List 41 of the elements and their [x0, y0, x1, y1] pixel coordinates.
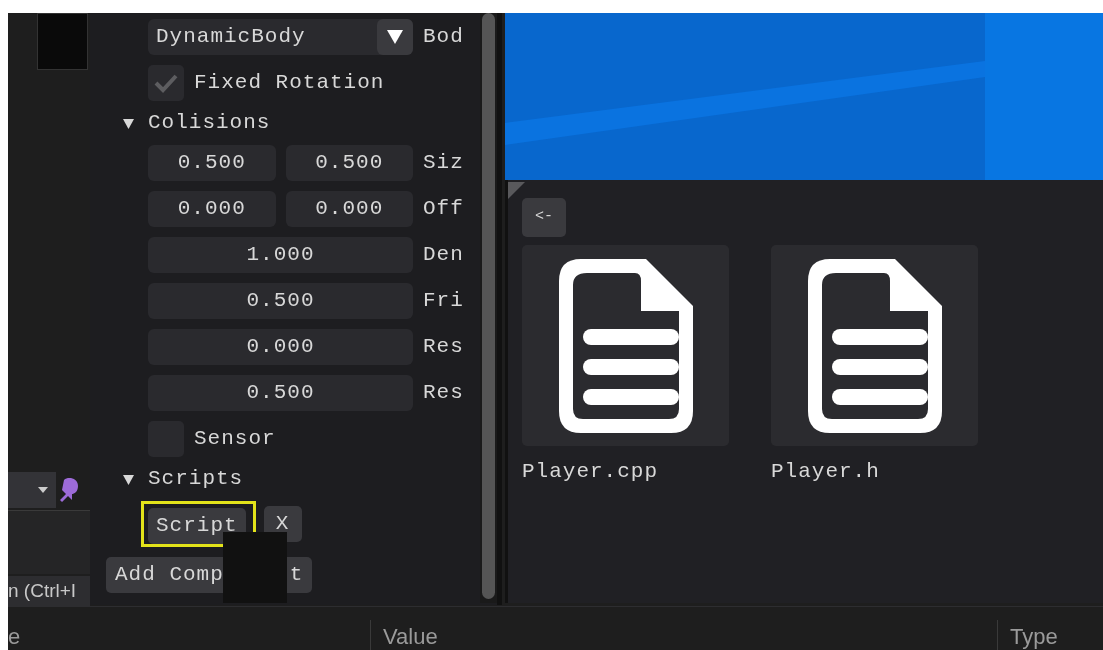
script-button[interactable]: Script — [148, 508, 246, 544]
section-header[interactable]: Scripts — [148, 463, 244, 495]
button-label: t — [289, 562, 304, 589]
button-label: Add Comp — [115, 562, 224, 589]
file-tile[interactable] — [771, 245, 978, 446]
number-field[interactable]: 0.500 — [285, 145, 413, 181]
number-field[interactable]: 0.500 — [148, 283, 413, 319]
collapse-triangle-icon[interactable] — [122, 116, 135, 130]
column-header[interactable]: e — [8, 620, 21, 650]
checkbox-label: Sensor — [194, 426, 276, 453]
field-label: Bod — [423, 24, 464, 51]
section-header[interactable]: Colisions — [148, 107, 271, 139]
preview-panel — [37, 13, 88, 70]
body-type-dropdown[interactable]: DynamicBody — [148, 19, 413, 55]
file-name: Player.h — [771, 459, 880, 485]
number-field[interactable]: 0.000 — [285, 191, 413, 227]
file-name: Player.cpp — [522, 459, 659, 485]
field-label: Res — [423, 334, 464, 361]
field-label: Fri — [423, 288, 464, 315]
checkmark-icon — [154, 73, 178, 93]
resize-grip-icon[interactable] — [508, 182, 525, 199]
collapse-triangle-icon[interactable] — [122, 472, 135, 486]
field-label: Siz — [423, 150, 464, 177]
column-header[interactable]: Value — [383, 620, 438, 650]
field-label: Res — [423, 380, 464, 407]
caret-icon — [38, 487, 48, 493]
field-label: Off — [423, 196, 464, 223]
field-label: Den — [423, 242, 464, 269]
column-header[interactable]: Type — [1010, 620, 1058, 650]
number-field[interactable]: 1.000 — [148, 237, 413, 273]
back-button[interactable]: <- — [522, 198, 566, 237]
file-tile[interactable] — [522, 245, 729, 446]
number-field[interactable]: 0.000 — [148, 191, 276, 227]
scrollbar-thumb[interactable] — [482, 13, 495, 599]
checkbox[interactable] — [148, 65, 184, 101]
number-field[interactable]: 0.000 — [148, 329, 413, 365]
checkbox-label: Fixed Rotation — [194, 70, 385, 97]
number-field[interactable]: 0.500 — [148, 145, 276, 181]
number-field[interactable]: 0.500 — [148, 375, 413, 411]
search-field[interactable]: n (Ctrl+I — [8, 576, 90, 606]
dropdown-arrow-icon — [387, 30, 403, 44]
